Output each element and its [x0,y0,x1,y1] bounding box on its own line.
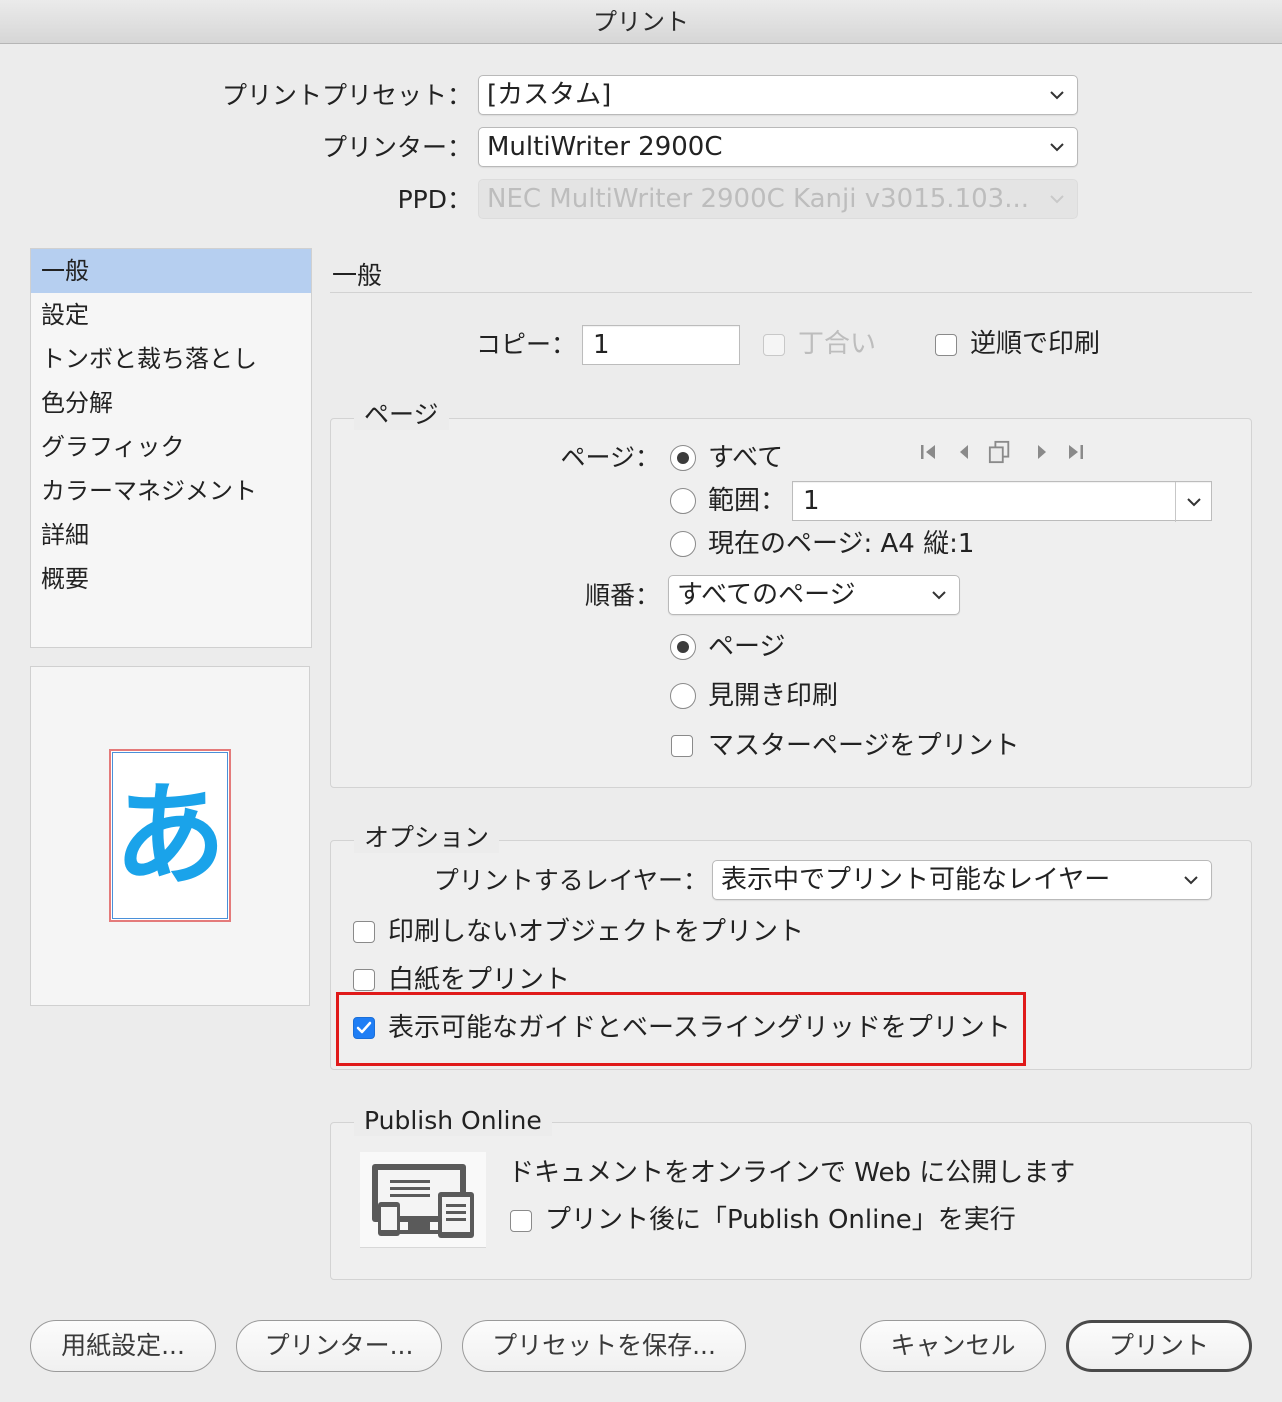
print-guides-baseline-checkbox[interactable] [353,1017,375,1039]
divider [330,292,1252,293]
publish-online-description: ドキュメントをオンラインで Web に公開します [508,1158,1076,1188]
ppd-label: PPD： [397,185,472,214]
order-label: 順番： [584,581,660,610]
sidebar-item-graphics[interactable]: グラフィック [31,425,311,469]
print-nonprinting-objects-label[interactable]: 印刷しないオブジェクトをプリント [388,912,804,952]
chevron-down-icon [1047,128,1067,166]
printer-label: プリンター： [321,133,472,162]
chevron-down-icon [1047,180,1067,218]
window-title: プリント [0,0,1282,44]
print-guides-baseline-label[interactable]: 表示可能なガイドとベースライングリッドをプリント [388,1008,1011,1048]
copies-label: コピー： [475,330,576,359]
sidebar-item-marks-bleed[interactable]: トンボと裁ち落とし [31,337,311,381]
options-group-title: オプション [354,823,500,853]
publish-devices-icon [360,1152,486,1248]
checkmark-icon [356,1021,372,1034]
printer-select[interactable]: MultiWriter 2900C [478,127,1078,167]
save-preset-button[interactable]: プリセットを保存... [462,1320,746,1372]
pages-all-label[interactable]: すべて [708,438,783,478]
print-master-pages-label[interactable]: マスターページをプリント [708,726,1019,766]
printer-value: MultiWriter 2900C [487,132,723,162]
page-order-page-radio[interactable] [670,634,696,660]
print-preview-pane: あ [30,666,310,1006]
print-nonprinting-objects-checkbox[interactable] [353,921,375,943]
page-preview-thumbnail: あ [109,749,231,922]
print-preset-value: [カスタム] [487,80,612,110]
pages-range-label[interactable]: 範囲： [708,481,786,521]
pages-current-radio[interactable] [670,531,696,557]
page-order-spread-radio[interactable] [670,683,696,709]
print-master-pages-checkbox[interactable] [671,735,693,757]
next-page-icon[interactable] [1030,440,1054,464]
sidebar-item-advanced[interactable]: 詳細 [31,513,311,557]
order-select[interactable]: すべてのページ [668,575,960,615]
publish-online-group-title: Publish Online [354,1106,552,1136]
chevron-down-icon [1181,861,1201,899]
ppd-select: NEC MultiWriter 2900C Kanji v3015.103... [478,179,1078,219]
print-layers-select[interactable]: 表示中でプリント可能なレイヤー [712,860,1212,900]
copies-input[interactable]: 1 [582,325,740,365]
sidebar-item-summary[interactable]: 概要 [31,557,311,601]
first-page-icon[interactable] [916,440,940,464]
reverse-order-label[interactable]: 逆順で印刷 [970,324,1100,364]
sidebar-item-general[interactable]: 一般 [31,249,311,293]
print-layers-value: 表示中でプリント可能なレイヤー [721,865,1111,895]
print-blank-pages-checkbox[interactable] [353,969,375,991]
print-preset-select[interactable]: [カスタム] [478,75,1078,115]
pages-group-title: ページ [354,400,449,430]
chevron-down-icon [929,576,949,614]
reverse-order-checkbox[interactable] [935,334,957,356]
printer-button[interactable]: プリンター... [236,1320,442,1372]
pages-range-value: 1 [803,486,820,516]
print-button[interactable]: プリント [1066,1320,1252,1372]
pages-label: ページ： [560,443,660,472]
last-page-icon[interactable] [1064,440,1088,464]
publish-after-print-label[interactable]: プリント後に「Publish Online」を実行 [545,1200,1016,1240]
page-order-page-label[interactable]: ページ [708,627,785,667]
page-order-spread-label[interactable]: 見開き印刷 [708,676,838,716]
ppd-value: NEC MultiWriter 2900C Kanji v3015.103... [487,184,1029,214]
pages-all-radio[interactable] [670,445,696,471]
sidebar-item-setup[interactable]: 設定 [31,293,311,337]
pages-range-combobox[interactable]: 1 [792,481,1212,522]
page-setup-button[interactable]: 用紙設定... [30,1320,216,1372]
category-list: 一般 設定 トンボと裁ち落とし 色分解 グラフィック カラーマネジメント 詳細 … [30,248,312,648]
print-layers-label: プリントするレイヤー： [433,866,708,895]
sidebar-item-output[interactable]: 色分解 [31,381,311,425]
preview-glyph: あ [114,770,226,901]
cancel-button[interactable]: キャンセル [860,1320,1046,1372]
pages-current-label[interactable]: 現在のページ: A4 縦:1 [708,524,974,564]
previous-page-icon[interactable] [952,440,976,464]
section-title: 一般 [332,261,383,290]
sidebar-item-color-management[interactable]: カラーマネジメント [31,469,311,513]
collate-checkbox [763,334,785,356]
collate-label: 丁合い [798,329,877,359]
pages-range-radio[interactable] [670,488,696,514]
order-value: すべてのページ [677,580,856,610]
publish-after-print-checkbox[interactable] [510,1210,532,1232]
chevron-down-icon[interactable] [1175,482,1211,522]
copy-pages-icon[interactable] [988,440,1012,464]
print-preset-label: プリントプリセット： [221,81,472,110]
chevron-down-icon [1047,76,1067,114]
